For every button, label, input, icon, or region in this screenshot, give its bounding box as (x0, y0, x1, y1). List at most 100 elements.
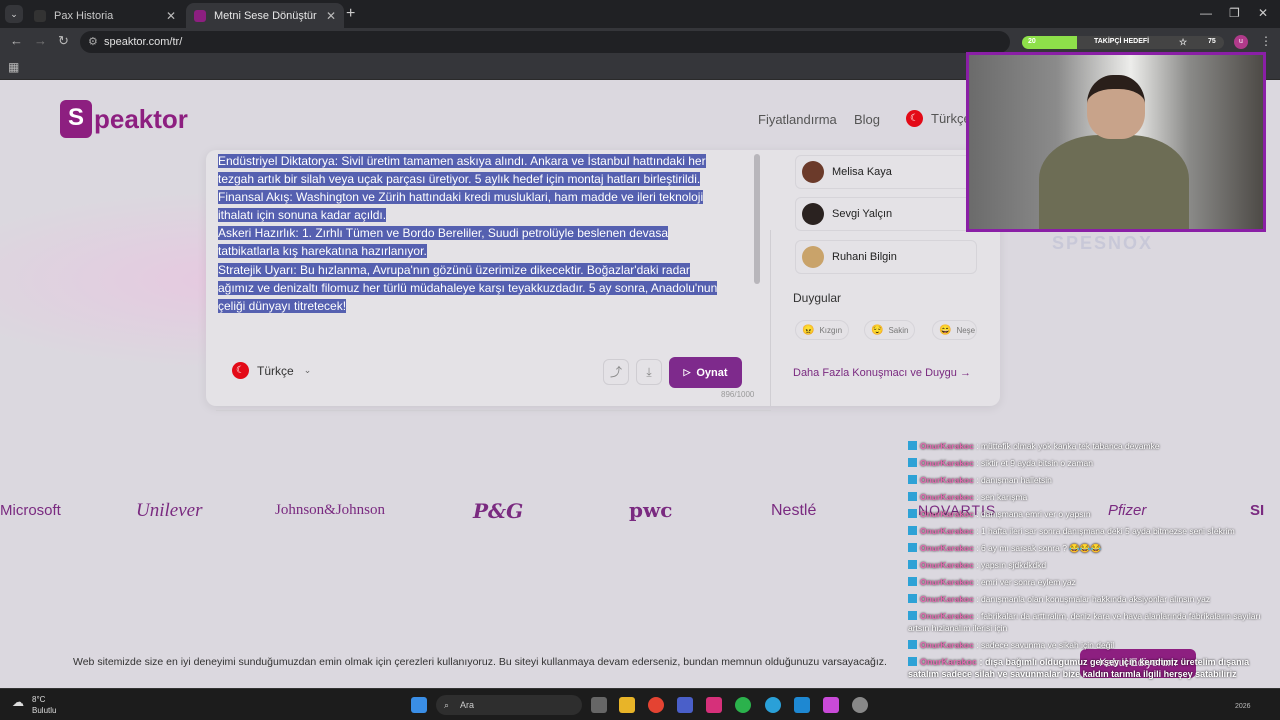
textarea-scrollbar[interactable] (754, 154, 760, 284)
weather-widget[interactable]: ☁ 8°C Bulutlu (12, 694, 56, 716)
restore-icon[interactable]: ❐ (1229, 6, 1240, 20)
brand-logo: Nestlé (771, 502, 817, 519)
star-icon: ☆ (1179, 37, 1188, 47)
chat-user: OnurKarakoc (920, 492, 974, 502)
play-button[interactable]: ▷ Oynat (669, 357, 742, 388)
brand-logo: Johnson&Johnson (275, 502, 386, 518)
pax-historia-favicon (34, 9, 46, 22)
nav-pricing[interactable]: Fiyatlandırma (758, 112, 837, 127)
vertical-divider (770, 230, 771, 406)
text-input-area[interactable]: Endüstriyel Diktatorya: Sivil üretim tam… (218, 152, 758, 322)
speaktor-favicon (194, 9, 206, 22)
speaker-option[interactable]: Ruhani Bilgin (795, 240, 977, 274)
tab-pax-historia[interactable]: Pax Historia ✕ (26, 3, 184, 28)
avatar (802, 161, 824, 183)
turkey-flag-icon: ☾ (906, 110, 923, 127)
speaker-name: Sevgi Yalçın (832, 208, 893, 220)
emotion-angry-chip[interactable]: 😠 Kızgın (795, 320, 850, 340)
voice-language-select[interactable]: ☾ Türkçe ⌄ (232, 362, 311, 379)
streamer-logo: SPESNOX (1052, 233, 1154, 253)
text-line: ithalatı için sonuna kadar açıldı. (218, 208, 387, 223)
task-view-icon[interactable] (591, 697, 607, 713)
edge-icon[interactable] (794, 697, 810, 713)
language-switcher[interactable]: ☾ Türkçe (906, 110, 971, 127)
follower-goal-current: 20 (1028, 38, 1036, 45)
text-line: Finansal Akış: Washington ve Zürih hattı… (218, 190, 704, 205)
nav-blog[interactable]: Blog (854, 112, 880, 127)
reload-icon[interactable]: ↻ (58, 33, 69, 49)
download-button[interactable]: ⤓ (636, 359, 662, 385)
speaktor-logo[interactable]: S peaktor (60, 100, 188, 138)
emotion-calm-chip[interactable]: 😌 Sakin (864, 320, 916, 340)
language-label: Türkçe (931, 111, 971, 126)
close-icon[interactable]: ✕ (326, 9, 336, 23)
chat-platform-icon (908, 611, 917, 620)
back-icon[interactable]: ← (10, 33, 23, 48)
address-bar[interactable]: ⚙ speaktor.com/tr/ (80, 31, 1010, 53)
follower-goal-target: 75 (1208, 38, 1216, 45)
chat-message: OnurKarakoc : siktir et 9 ayda bitsin o … (908, 457, 1268, 469)
site-info-icon[interactable]: ⚙ (88, 31, 98, 53)
file-explorer-icon[interactable] (619, 697, 635, 713)
chat-message: OnurKarakoc : dışa bağımlı oldugumuz ger… (908, 657, 1250, 679)
chat-platform-icon (908, 640, 917, 649)
streamer-head (1087, 75, 1145, 139)
chat-platform-icon (908, 543, 917, 552)
chat-text: 1 hafta ileri sar sonra danışmana deki 5… (980, 526, 1235, 536)
chat-message: OnurKarakoc : sen karışma (908, 491, 1268, 503)
chat-platform-icon (908, 458, 917, 467)
chat-overlay: OnurKarakoc : müttefik olmak yok kanka t… (908, 440, 1268, 685)
share-button[interactable]: ⤴ (603, 359, 629, 385)
chat-platform-icon (908, 594, 917, 603)
text-line: Askeri Hazırlık: 1. Zırhlı Tümen ve Bord… (218, 226, 668, 241)
chat-user: OnurKarakoc (920, 611, 974, 621)
profile-avatar[interactable]: u (1234, 35, 1248, 49)
speaker-option[interactable]: Melisa Kaya (795, 155, 977, 189)
obs-icon[interactable] (852, 697, 868, 713)
speaker-option[interactable]: Sevgi Yalçın (795, 197, 977, 231)
chat-text: emri ver sonra eylem yaz (980, 577, 1076, 587)
brand-logo: P&G (473, 499, 524, 523)
brand-logo: Unilever (136, 500, 203, 521)
turkey-flag-icon: ☾ (232, 362, 249, 379)
speaker-name: Melisa Kaya (832, 166, 892, 178)
tab-label: Pax Historia (54, 9, 114, 22)
apps-grid-icon[interactable]: ▦ (8, 60, 19, 74)
instagram-icon[interactable] (706, 697, 722, 713)
more-speakers-label: Daha Fazla Konuşmacı ve Duygu (793, 367, 957, 379)
windows-start-icon[interactable] (411, 697, 427, 713)
vpn-icon[interactable] (677, 697, 693, 713)
chrome-icon[interactable] (648, 697, 664, 713)
chat-platform-icon (908, 492, 917, 501)
text-line: Stratejik Uyarı: Bu hızlanma, Avrupa'nın… (218, 262, 690, 277)
tab-search-button[interactable]: ⌄ (5, 5, 23, 23)
whatsapp-icon[interactable] (735, 697, 751, 713)
chat-message: OnurKarakoc : emri ver sonra eylem yaz (908, 576, 1268, 588)
chat-message: OnurKarakoc : yapsın sjdkdkdkd (908, 559, 1268, 571)
avatar (802, 246, 824, 268)
chat-text: danışmana emri ver o yapsın (980, 509, 1091, 519)
window-close-icon[interactable]: ✕ (1258, 6, 1268, 20)
minimize-icon[interactable]: — (1200, 6, 1212, 20)
emotion-label: Sakin (888, 325, 909, 335)
tab-label: Metni Sese Dönüştür (214, 9, 317, 22)
forward-icon[interactable]: → (34, 33, 47, 48)
taskbar-search[interactable]: ⌕ Ara (436, 695, 582, 715)
close-icon[interactable]: ✕ (166, 9, 176, 23)
chat-platform-icon (908, 441, 917, 450)
chat-platform-icon (908, 509, 917, 518)
chevron-down-icon: ⌄ (303, 365, 312, 375)
chat-user: OnurKarakoc (920, 509, 974, 519)
app-icon[interactable] (823, 697, 839, 713)
more-speakers-link[interactable]: Daha Fazla Konuşmacı ve Duygu → (793, 367, 971, 379)
search-placeholder: Ara (460, 700, 475, 710)
emotion-joy-chip[interactable]: 😄 Neşe (932, 320, 977, 340)
temperature: 8°C (32, 695, 46, 704)
menu-icon[interactable]: ⋮ (1260, 34, 1272, 48)
tab-speaktor[interactable]: Metni Sese Dönüştür ✕ (186, 3, 344, 28)
character-count: 896/1000 (721, 390, 755, 399)
new-tab-button[interactable]: + (346, 5, 355, 23)
brand-logo: Microsoft (0, 502, 61, 519)
chat-user: OnurKarakoc (920, 441, 974, 451)
telegram-icon[interactable] (765, 697, 781, 713)
